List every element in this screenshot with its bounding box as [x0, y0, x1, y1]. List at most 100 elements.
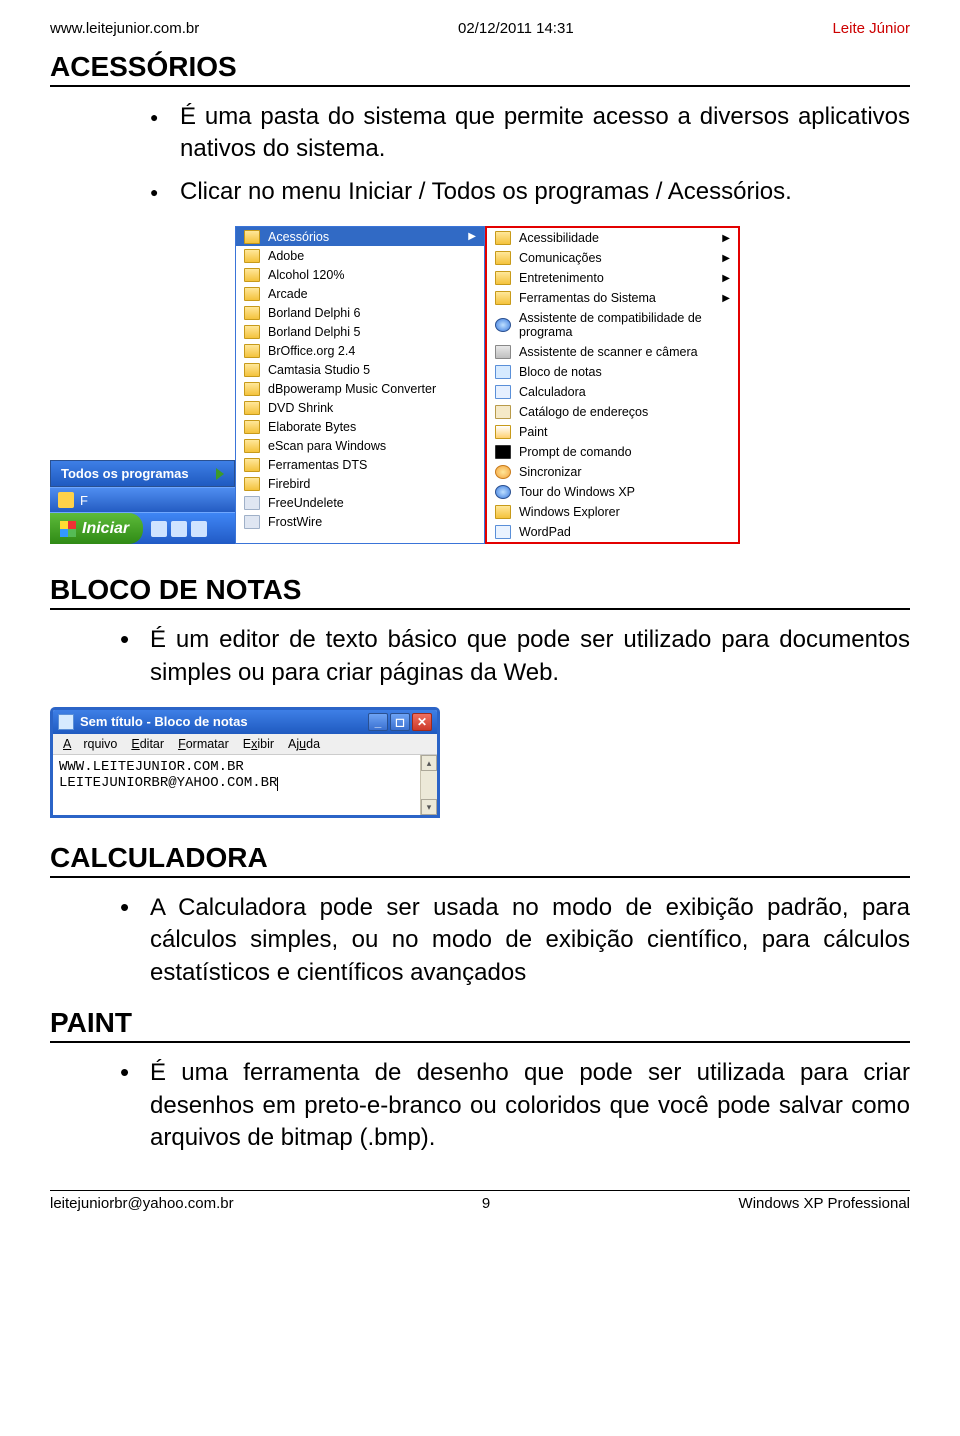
menu-editar[interactable]: Editar — [125, 736, 170, 752]
menu-label: Ferramentas do Sistema — [519, 291, 656, 305]
menu-ajuda[interactable]: Ajuda — [282, 736, 326, 752]
page-footer: leitejuniorbr@yahoo.com.br 9 Windows XP … — [50, 1190, 910, 1212]
bullet-dot-icon: • — [120, 624, 150, 654]
text-caret-icon — [277, 777, 278, 791]
notepad-titlebar[interactable]: Sem título - Bloco de notas _ ◻ ✕ — [53, 710, 437, 734]
menu-label: Sincronizar — [519, 465, 582, 479]
folder-icon — [244, 306, 260, 320]
submenu-item[interactable]: Assistente de scanner e câmera — [487, 342, 738, 362]
submenu-item[interactable]: Catálogo de endereços — [487, 402, 738, 422]
menu-label: BrOffice.org 2.4 — [268, 344, 355, 358]
taskbar-icon-2[interactable] — [171, 521, 187, 537]
scroll-up-button[interactable]: ▴ — [421, 755, 437, 771]
folder-icon — [244, 420, 260, 434]
start-button[interactable]: Iniciar — [50, 513, 143, 544]
folder-icon — [495, 231, 511, 245]
app-icon — [244, 515, 260, 529]
menu-label: Alcohol 120% — [268, 268, 344, 282]
calculator-icon — [495, 385, 511, 399]
menu-label: Bloco de notas — [519, 365, 602, 379]
start-menu-figure: Todos os programas F Iniciar Acessórios▶… — [50, 226, 910, 544]
menu-item[interactable]: Arcade — [236, 284, 484, 303]
submenu-item[interactable]: Acessibilidade▶ — [487, 228, 738, 248]
menu-item-acessorios[interactable]: Acessórios▶ — [236, 227, 484, 246]
sync-icon — [495, 465, 511, 479]
menu-label: Paint — [519, 425, 548, 439]
header-right: Leite Júnior — [832, 20, 910, 37]
notepad-textarea[interactable]: WWW.LEITEJUNIOR.COM.BR LEITEJUNIORBR@YAH… — [53, 755, 420, 815]
menu-item[interactable]: DVD Shrink — [236, 398, 484, 417]
maximize-button[interactable]: ◻ — [390, 713, 410, 731]
close-button[interactable]: ✕ — [412, 713, 432, 731]
menu-label: DVD Shrink — [268, 401, 333, 415]
folder-icon — [244, 363, 260, 377]
menu-item[interactable]: Borland Delphi 5 — [236, 322, 484, 341]
submenu-item[interactable]: Prompt de comando — [487, 442, 738, 462]
submenu-item[interactable]: Comunicações ▶ — [487, 248, 738, 268]
taskbar-ie-icon[interactable] — [151, 521, 167, 537]
menu-item[interactable]: Camtasia Studio 5 — [236, 360, 484, 379]
scroll-down-button[interactable]: ▾ — [421, 799, 437, 815]
scanner-icon — [495, 345, 511, 359]
menu-item[interactable]: Firebird — [236, 474, 484, 493]
page-header: www.leitejunior.com.br 02/12/2011 14:31 … — [50, 20, 910, 37]
all-programs-button[interactable]: Todos os programas — [50, 460, 235, 487]
acessorios-bullet-1: É uma pasta do sistema que permite acess… — [180, 101, 910, 166]
menu-item[interactable]: FrostWire — [236, 512, 484, 531]
submenu-item[interactable]: Calculadora — [487, 382, 738, 402]
footer-right: Windows XP Professional — [739, 1195, 910, 1212]
menu-item[interactable]: Elaborate Bytes — [236, 417, 484, 436]
menu-formatar[interactable]: Formatar — [172, 736, 235, 752]
windows-logo-icon — [60, 521, 76, 537]
menu-arquivo[interactable]: Arquivo — [57, 736, 123, 752]
menu-item[interactable]: dBpoweramp Music Converter — [236, 379, 484, 398]
menu-item[interactable]: Ferramentas DTS — [236, 455, 484, 474]
submenu-item[interactable]: Tour do Windows XP — [487, 482, 738, 502]
menu-label: Camtasia Studio 5 — [268, 363, 370, 377]
vertical-scrollbar[interactable]: ▴ ▾ — [420, 755, 437, 815]
menu-label: eScan para Windows — [268, 439, 386, 453]
bullet-dot-icon: ● — [150, 101, 180, 133]
folder-icon — [244, 325, 260, 339]
heading-paint: PAINT — [50, 1007, 910, 1043]
folder-icon — [244, 344, 260, 358]
menu-item[interactable]: Adobe — [236, 246, 484, 265]
footer-left: leitejuniorbr@yahoo.com.br — [50, 1195, 234, 1212]
submenu-item[interactable]: Windows Explorer — [487, 502, 738, 522]
menu-label: Comunicações — [519, 251, 602, 265]
menu-label: Tour do Windows XP — [519, 485, 635, 499]
addressbook-icon — [495, 405, 511, 419]
taskbar-icon-3[interactable] — [191, 521, 207, 537]
submenu-item[interactable]: Ferramentas do Sistema▶ — [487, 288, 738, 308]
logoff-row[interactable]: F — [50, 487, 235, 512]
menu-item[interactable]: BrOffice.org 2.4 — [236, 341, 484, 360]
submenu-item[interactable]: Assistente de compatibilidade de program… — [487, 308, 738, 342]
minimize-button[interactable]: _ — [368, 713, 388, 731]
menu-label: Borland Delphi 6 — [268, 306, 360, 320]
menu-item[interactable]: FreeUndelete — [236, 493, 484, 512]
submenu-item[interactable]: Bloco de notas — [487, 362, 738, 382]
menu-exibir[interactable]: Exibir — [237, 736, 280, 752]
menu-item[interactable]: Borland Delphi 6 — [236, 303, 484, 322]
tour-icon — [495, 485, 511, 499]
cmd-icon — [495, 445, 511, 459]
menu-label: Acessórios — [268, 230, 329, 244]
folder-icon — [495, 271, 511, 285]
app-icon — [244, 496, 260, 510]
menu-item[interactable]: eScan para Windows — [236, 436, 484, 455]
heading-acessorios: ACESSÓRIOS — [50, 51, 910, 87]
folder-icon — [244, 249, 260, 263]
submenu-item[interactable]: Sincronizar — [487, 462, 738, 482]
submenu-item[interactable]: WordPad — [487, 522, 738, 542]
start-label: Iniciar — [82, 520, 129, 538]
bullet-dot-icon: • — [120, 1057, 150, 1087]
folder-icon — [495, 251, 511, 265]
notepad-icon — [495, 365, 511, 379]
menu-label: Elaborate Bytes — [268, 420, 356, 434]
chevron-right-icon: ▶ — [722, 253, 730, 264]
menu-label: Entretenimento — [519, 271, 604, 285]
menu-label: Catálogo de endereços — [519, 405, 648, 419]
submenu-item[interactable]: Entretenimento▶ — [487, 268, 738, 288]
menu-item[interactable]: Alcohol 120% — [236, 265, 484, 284]
submenu-item[interactable]: Paint — [487, 422, 738, 442]
